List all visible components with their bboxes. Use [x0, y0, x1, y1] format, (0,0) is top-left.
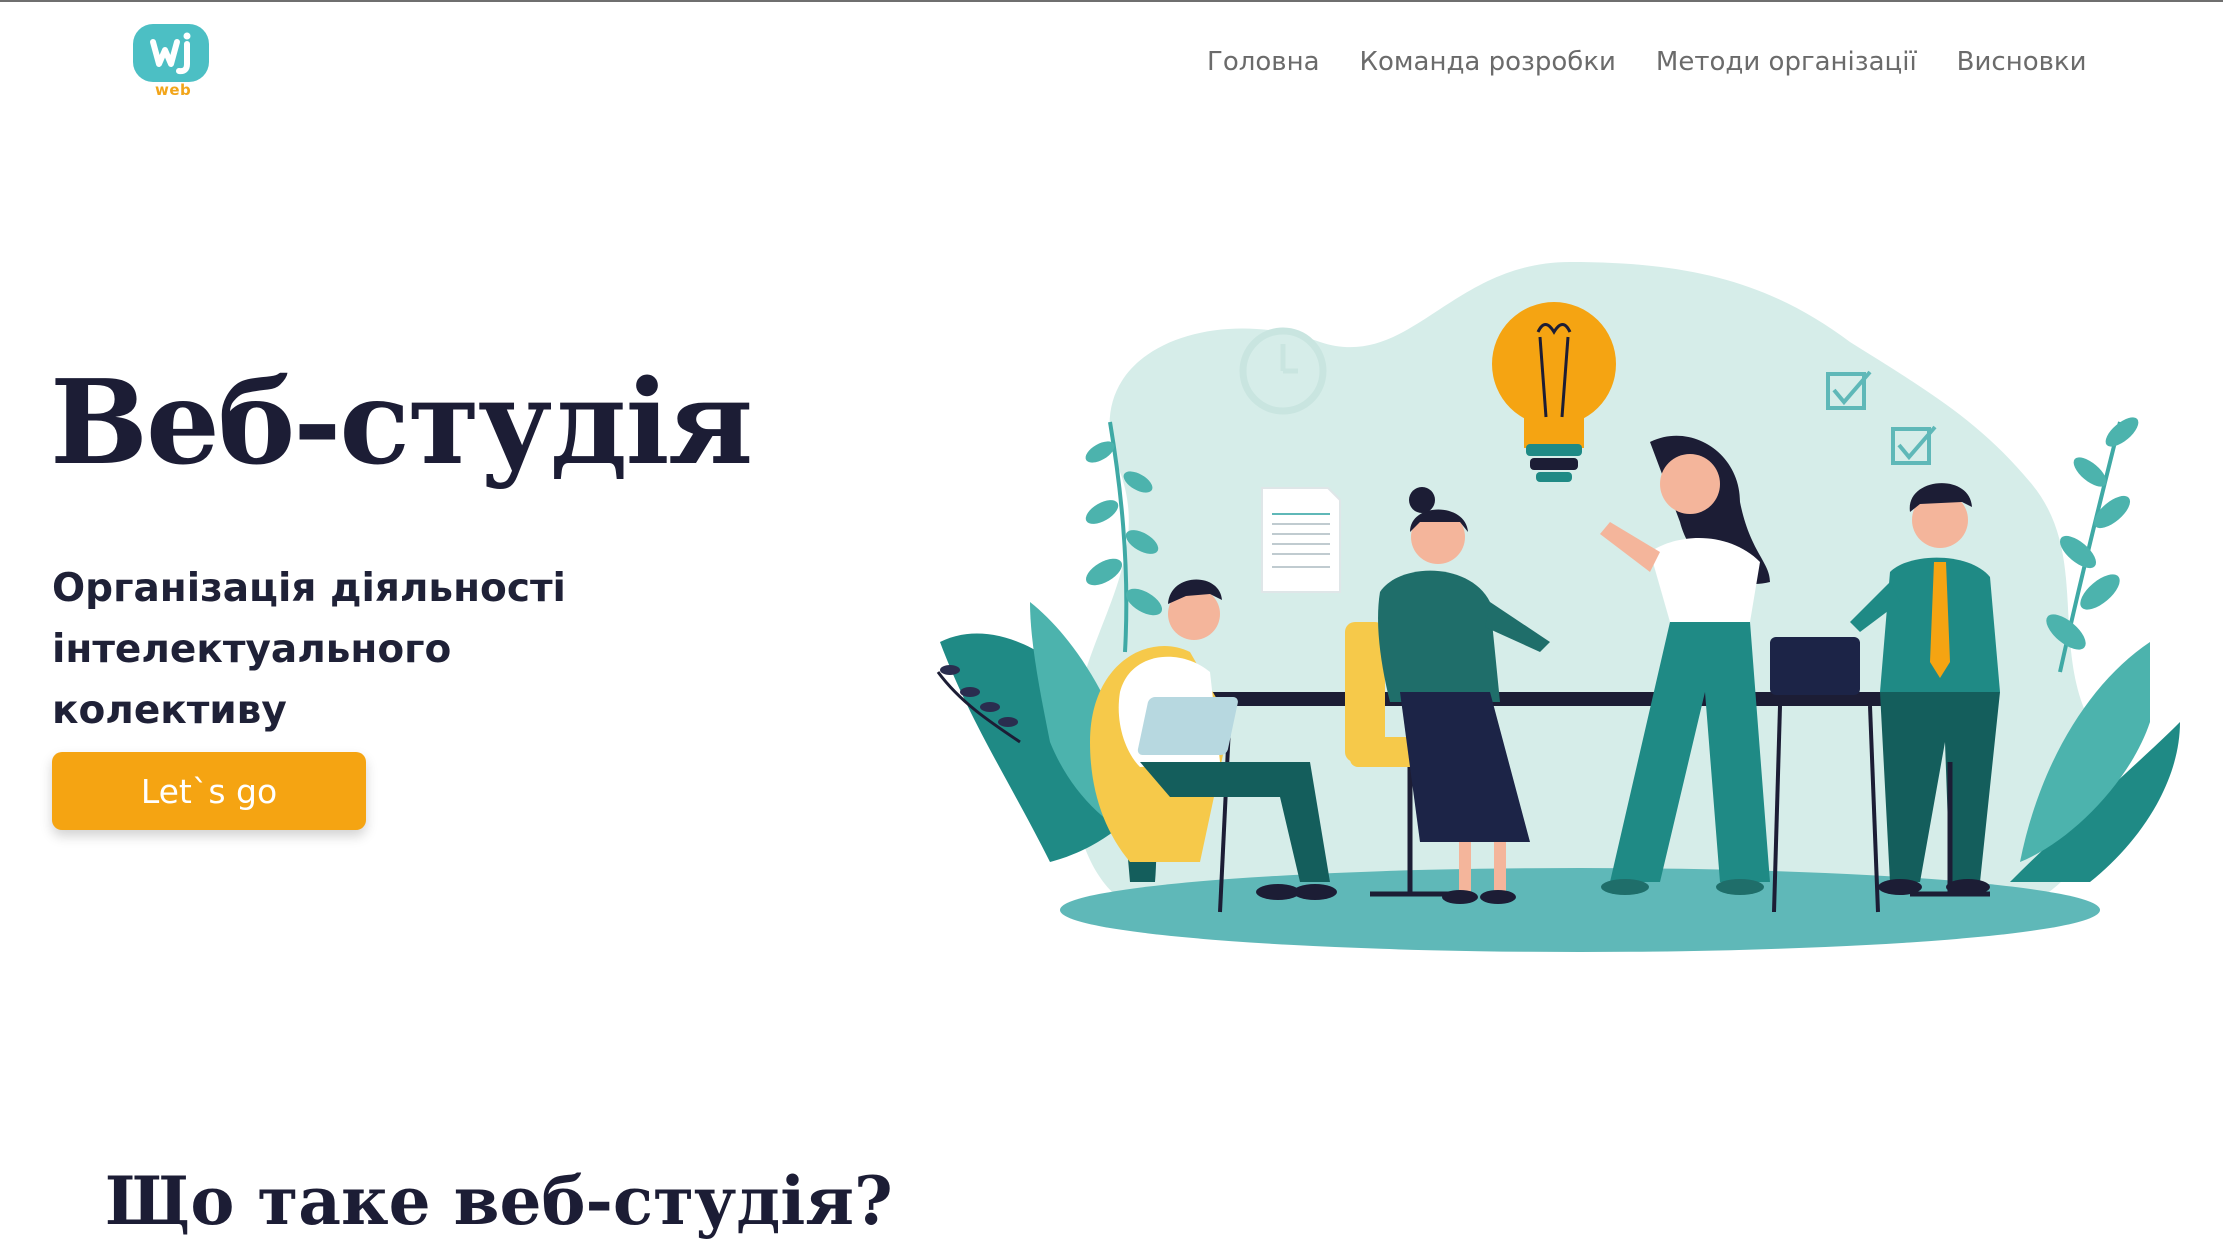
- nav-home[interactable]: Головна: [1207, 44, 1320, 80]
- nav-methods[interactable]: Методи організації: [1656, 44, 1917, 80]
- site-logo[interactable]: web: [133, 24, 213, 102]
- logo-badge: [133, 24, 209, 82]
- floor-shadow: [1060, 868, 2100, 952]
- section-title: Що таке веб-студія?: [105, 1162, 893, 1240]
- nav-conclusions[interactable]: Висновки: [1957, 44, 2087, 80]
- logo-wj-icon: [150, 32, 191, 75]
- team-meeting-illustration: [936, 262, 2180, 952]
- hero-title: Веб-студія: [50, 355, 753, 491]
- nav-team[interactable]: Команда розробки: [1360, 44, 1616, 80]
- hero-subtitle-line2: інтелектуального колективу: [52, 627, 452, 733]
- logo-text: web: [155, 81, 192, 99]
- hero-subtitle-line1: Організація діяльності: [52, 566, 566, 611]
- hero-subtitle: Організація діяльності інтелектуального …: [52, 558, 692, 741]
- document-icon: [1261, 487, 1341, 593]
- lets-go-button[interactable]: Let`s go: [52, 752, 366, 830]
- top-nav: Головна Команда розробки Методи організа…: [1207, 44, 2087, 80]
